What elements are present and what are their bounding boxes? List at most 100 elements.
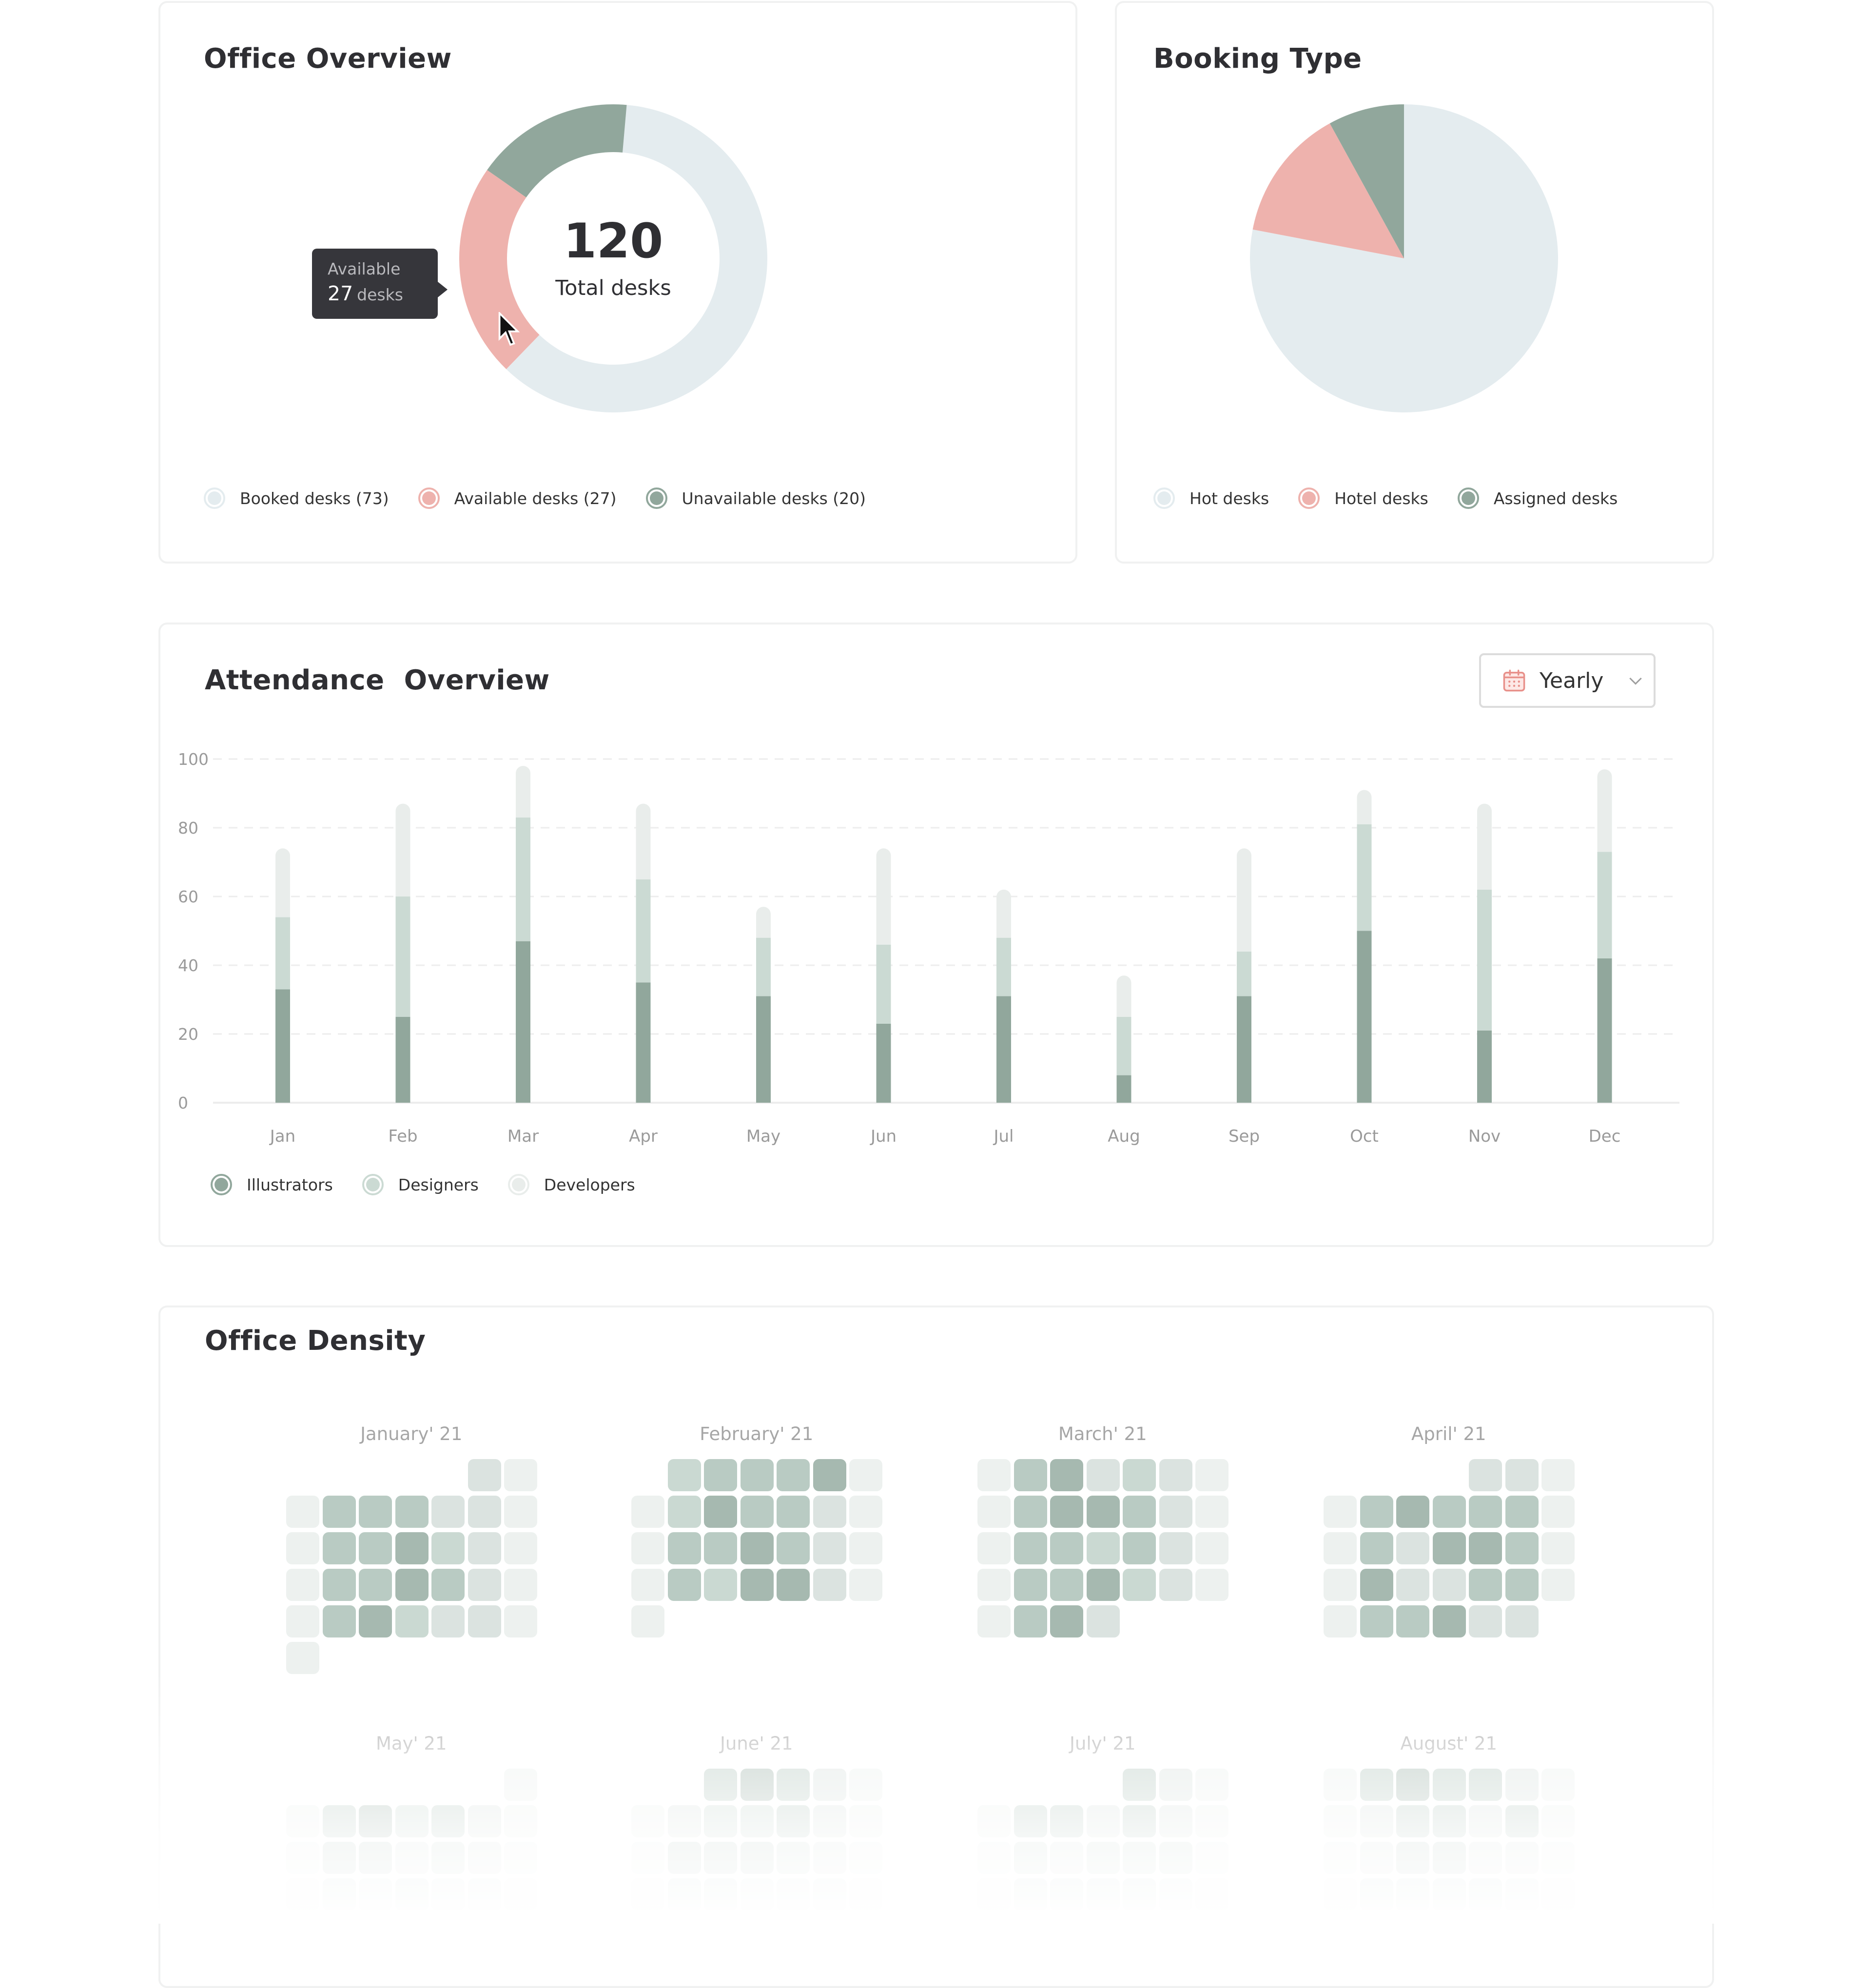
heatmap-day-cell[interactable] [468,1805,501,1837]
heatmap-day-cell[interactable] [1086,1496,1120,1528]
heatmap-day-cell[interactable] [1541,1496,1575,1528]
heatmap-day-cell[interactable] [1324,1605,1357,1637]
heatmap-day-cell[interactable] [777,1569,810,1601]
heatmap-day-cell[interactable] [631,1569,664,1601]
heatmap-day-cell[interactable] [286,1878,319,1910]
heatmap-day-cell[interactable] [1396,1769,1429,1801]
heatmap-day-cell[interactable] [1505,1842,1539,1874]
heatmap-day-cell[interactable] [667,1532,701,1564]
heatmap-day-cell[interactable] [504,1459,537,1491]
heatmap-day-cell[interactable] [286,1532,319,1564]
heatmap-day-cell[interactable] [1505,1459,1539,1491]
heatmap-day-cell[interactable] [1086,1878,1120,1910]
heatmap-day-cell[interactable] [1469,1496,1502,1528]
heatmap-day-cell[interactable] [286,1605,319,1637]
heatmap-day-cell[interactable] [1541,1769,1575,1801]
heatmap-day-cell[interactable] [504,1605,537,1637]
heatmap-day-cell[interactable] [1324,1878,1357,1910]
heatmap-day-cell[interactable] [1014,1459,1047,1491]
heatmap-day-cell[interactable] [431,1805,465,1837]
heatmap-day-cell[interactable] [1324,1805,1357,1837]
heatmap-day-cell[interactable] [849,1842,882,1874]
heatmap-day-cell[interactable] [395,1805,429,1837]
heatmap-day-cell[interactable] [631,1496,664,1528]
heatmap-day-cell[interactable] [322,1805,356,1837]
heatmap-day-cell[interactable] [849,1878,882,1910]
heatmap-day-cell[interactable] [1014,1532,1047,1564]
heatmap-day-cell[interactable] [1469,1532,1502,1564]
heatmap-day-cell[interactable] [1469,1605,1502,1637]
heatmap-day-cell[interactable] [977,1459,1011,1491]
heatmap-day-cell[interactable] [1432,1605,1466,1637]
heatmap-day-cell[interactable] [1195,1496,1228,1528]
heatmap-day-cell[interactable] [1432,1496,1466,1528]
heatmap-day-cell[interactable] [359,1878,392,1910]
heatmap-day-cell[interactable] [468,1842,501,1874]
heatmap-day-cell[interactable] [1432,1769,1466,1801]
legend-item[interactable]: Hotel desks [1298,487,1428,509]
heatmap-day-cell[interactable] [1195,1805,1228,1837]
heatmap-day-cell[interactable] [704,1769,737,1801]
heatmap-day-cell[interactable] [704,1842,737,1874]
heatmap-day-cell[interactable] [1123,1569,1156,1601]
heatmap-day-cell[interactable] [1396,1842,1429,1874]
heatmap-day-cell[interactable] [667,1878,701,1910]
heatmap-day-cell[interactable] [740,1842,774,1874]
heatmap-day-cell[interactable] [1123,1878,1156,1910]
heatmap-day-cell[interactable] [777,1805,810,1837]
heatmap-day-cell[interactable] [1195,1842,1228,1874]
heatmap-day-cell[interactable] [1050,1569,1083,1601]
heatmap-day-cell[interactable] [359,1842,392,1874]
heatmap-day-cell[interactable] [977,1842,1011,1874]
heatmap-day-cell[interactable] [777,1459,810,1491]
heatmap-day-cell[interactable] [395,1605,429,1637]
heatmap-day-cell[interactable] [286,1642,319,1674]
heatmap-day-cell[interactable] [849,1459,882,1491]
heatmap-day-cell[interactable] [1014,1805,1047,1837]
heatmap-day-cell[interactable] [286,1569,319,1601]
heatmap-day-cell[interactable] [1050,1532,1083,1564]
heatmap-day-cell[interactable] [1505,1496,1539,1528]
heatmap-day-cell[interactable] [849,1769,882,1801]
heatmap-day-cell[interactable] [1396,1805,1429,1837]
heatmap-day-cell[interactable] [322,1605,356,1637]
heatmap-day-cell[interactable] [813,1496,846,1528]
heatmap-day-cell[interactable] [1541,1878,1575,1910]
heatmap-day-cell[interactable] [468,1496,501,1528]
heatmap-day-cell[interactable] [849,1805,882,1837]
heatmap-day-cell[interactable] [1324,1496,1357,1528]
heatmap-day-cell[interactable] [1360,1532,1393,1564]
heatmap-day-cell[interactable] [704,1805,737,1837]
heatmap-day-cell[interactable] [504,1569,537,1601]
heatmap-day-cell[interactable] [286,1496,319,1528]
heatmap-day-cell[interactable] [1123,1842,1156,1874]
heatmap-day-cell[interactable] [1360,1569,1393,1601]
heatmap-day-cell[interactable] [1469,1769,1502,1801]
heatmap-day-cell[interactable] [1469,1842,1502,1874]
heatmap-day-cell[interactable] [1469,1459,1502,1491]
heatmap-day-cell[interactable] [977,1805,1011,1837]
heatmap-day-cell[interactable] [431,1496,465,1528]
heatmap-day-cell[interactable] [395,1532,429,1564]
heatmap-day-cell[interactable] [1324,1532,1357,1564]
heatmap-day-cell[interactable] [777,1878,810,1910]
heatmap-day-cell[interactable] [1159,1532,1192,1564]
legend-item[interactable]: Illustrators [211,1174,333,1195]
heatmap-day-cell[interactable] [1541,1459,1575,1491]
heatmap-day-cell[interactable] [740,1459,774,1491]
heatmap-day-cell[interactable] [286,1805,319,1837]
heatmap-day-cell[interactable] [1050,1496,1083,1528]
heatmap-day-cell[interactable] [1360,1605,1393,1637]
legend-item[interactable]: Assigned desks [1457,487,1618,509]
heatmap-day-cell[interactable] [667,1805,701,1837]
heatmap-day-cell[interactable] [1123,1532,1156,1564]
heatmap-day-cell[interactable] [1195,1532,1228,1564]
heatmap-day-cell[interactable] [504,1805,537,1837]
heatmap-day-cell[interactable] [322,1532,356,1564]
heatmap-day-cell[interactable] [1396,1605,1429,1637]
heatmap-day-cell[interactable] [504,1532,537,1564]
heatmap-day-cell[interactable] [740,1496,774,1528]
heatmap-day-cell[interactable] [777,1532,810,1564]
period-selector-dropdown[interactable]: Yearly [1479,653,1656,708]
heatmap-day-cell[interactable] [1469,1569,1502,1601]
